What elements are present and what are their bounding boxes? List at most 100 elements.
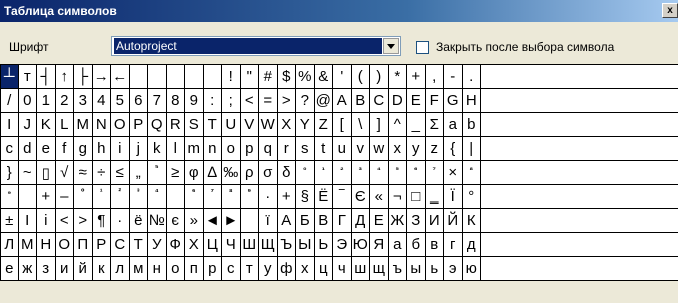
symbol-cell[interactable]: >: [278, 89, 296, 112]
symbol-cell[interactable]: P: [130, 113, 148, 136]
symbol-cell[interactable]: и: [56, 257, 74, 280]
symbol-cell[interactable]: ⁵: [148, 161, 167, 184]
symbol-cell[interactable]: D: [389, 89, 407, 112]
symbol-cell[interactable]: Е: [370, 209, 389, 232]
symbol-cell[interactable]: 8: [167, 89, 185, 112]
symbol-cell[interactable]: !: [222, 65, 241, 88]
symbol-cell[interactable]: 3: [74, 89, 93, 112]
symbol-cell[interactable]: R: [167, 113, 185, 136]
symbol-cell[interactable]: є: [167, 209, 185, 232]
close-after-select-label[interactable]: Закрыть после выбора символа: [436, 40, 614, 54]
symbol-cell[interactable]: ¹: [93, 185, 111, 208]
symbol-cell[interactable]: *: [389, 65, 407, 88]
chevron-down-icon[interactable]: [383, 38, 399, 54]
symbol-cell[interactable]: У: [148, 233, 167, 256]
symbol-cell[interactable]: ├: [74, 65, 93, 88]
symbol-cell[interactable]: ь: [426, 257, 444, 280]
symbol-cell[interactable]: Є: [352, 185, 370, 208]
symbol-cell[interactable]: <: [56, 209, 74, 232]
symbol-cell[interactable]: ₀: [296, 161, 315, 184]
symbol-cell[interactable]: ►: [222, 209, 241, 232]
symbol-cell[interactable]: ₃: [352, 161, 370, 184]
symbol-cell[interactable]: ‾: [333, 185, 352, 208]
symbol-cell[interactable]: м: [130, 257, 148, 280]
symbol-cell[interactable]: ⁶: [185, 185, 204, 208]
symbol-cell[interactable]: ┤: [37, 65, 56, 88]
symbol-cell[interactable]: №: [148, 209, 167, 232]
symbol-cell[interactable]: □: [407, 185, 426, 208]
symbol-cell[interactable]: ·: [259, 185, 278, 208]
symbol-cell[interactable]: :: [204, 89, 222, 112]
symbol-cell[interactable]: ≥: [167, 161, 185, 184]
symbol-cell[interactable]: Σ: [426, 113, 444, 136]
symbol-cell[interactable]: 9: [185, 89, 204, 112]
symbol-cell[interactable]: [167, 185, 185, 208]
symbol-cell[interactable]: >: [74, 209, 93, 232]
symbol-cell[interactable]: {: [444, 137, 463, 160]
symbol-cell[interactable]: f: [56, 137, 74, 160]
symbol-cell[interactable]: п: [185, 257, 204, 280]
symbol-cell[interactable]: Р: [93, 233, 111, 256]
symbol-cell[interactable]: b: [463, 113, 481, 136]
symbol-cell[interactable]: +: [278, 185, 296, 208]
symbol-cell[interactable]: d: [19, 137, 37, 160]
symbol-cell[interactable]: i: [37, 209, 56, 232]
symbol-cell[interactable]: ₅: [389, 161, 407, 184]
symbol-cell[interactable]: +: [407, 65, 426, 88]
symbol-cell[interactable]: Ц: [204, 233, 222, 256]
symbol-cell[interactable]: I: [19, 209, 37, 232]
symbol-cell[interactable]: k: [148, 137, 167, 160]
symbol-cell[interactable]: U: [222, 113, 241, 136]
symbol-cell[interactable]: Щ: [259, 233, 278, 256]
symbol-cell[interactable]: Y: [296, 113, 315, 136]
symbol-cell[interactable]: H: [463, 89, 481, 112]
symbol-cell[interactable]: C: [370, 89, 389, 112]
symbol-cell[interactable]: Ш: [241, 233, 259, 256]
symbol-cell[interactable]: x: [389, 137, 407, 160]
symbol-cell[interactable]: с: [222, 257, 241, 280]
symbol-cell[interactable]: Н: [37, 233, 56, 256]
symbol-cell[interactable]: з: [37, 257, 56, 280]
symbol-cell[interactable]: h: [93, 137, 111, 160]
symbol-cell[interactable]: s: [296, 137, 315, 160]
symbol-cell[interactable]: /: [0, 89, 19, 112]
symbol-cell[interactable]: p: [241, 137, 259, 160]
symbol-cell[interactable]: w: [370, 137, 389, 160]
symbol-cell[interactable]: В: [315, 209, 333, 232]
symbol-cell[interactable]: ): [370, 65, 389, 88]
symbol-cell[interactable]: ф: [278, 257, 296, 280]
symbol-cell[interactable]: Х: [185, 233, 204, 256]
symbol-cell[interactable]: И: [426, 209, 444, 232]
symbol-cell[interactable]: Ё: [315, 185, 333, 208]
symbol-cell[interactable]: 0: [19, 89, 37, 112]
symbol-cell[interactable]: ^: [389, 113, 407, 136]
symbol-cell[interactable]: «: [370, 185, 389, 208]
symbol-cell[interactable]: √: [56, 161, 74, 184]
symbol-cell[interactable]: ≤: [111, 161, 130, 184]
symbol-cell[interactable]: Я: [370, 233, 389, 256]
symbol-cell[interactable]: Д: [352, 209, 370, 232]
symbol-cell[interactable]: G: [444, 89, 463, 112]
symbol-cell[interactable]: X: [278, 113, 296, 136]
symbol-cell[interactable]: _: [407, 113, 426, 136]
symbol-cell[interactable]: ↑: [56, 65, 74, 88]
symbol-cell[interactable]: А: [278, 209, 296, 232]
close-icon[interactable]: x: [662, 3, 678, 18]
symbol-cell[interactable]: o: [222, 137, 241, 160]
symbol-cell[interactable]: К: [463, 209, 481, 232]
symbol-cell[interactable]: о: [167, 257, 185, 280]
symbol-cell[interactable]: б: [407, 233, 426, 256]
symbol-cell[interactable]: M: [74, 113, 93, 136]
symbol-cell[interactable]: ш: [352, 257, 370, 280]
symbol-cell[interactable]: §: [296, 185, 315, 208]
symbol-cell[interactable]: Ф: [167, 233, 185, 256]
symbol-cell[interactable]: ‗: [426, 185, 444, 208]
symbol-cell[interactable]: y: [407, 137, 426, 160]
symbol-cell[interactable]: q: [259, 137, 278, 160]
symbol-cell[interactable]: ∆: [204, 161, 222, 184]
symbol-cell[interactable]: т: [19, 65, 37, 88]
symbol-cell[interactable]: О: [56, 233, 74, 256]
symbol-cell[interactable]: ≈: [74, 161, 93, 184]
symbol-cell[interactable]: E: [407, 89, 426, 112]
symbol-cell[interactable]: е: [0, 257, 19, 280]
